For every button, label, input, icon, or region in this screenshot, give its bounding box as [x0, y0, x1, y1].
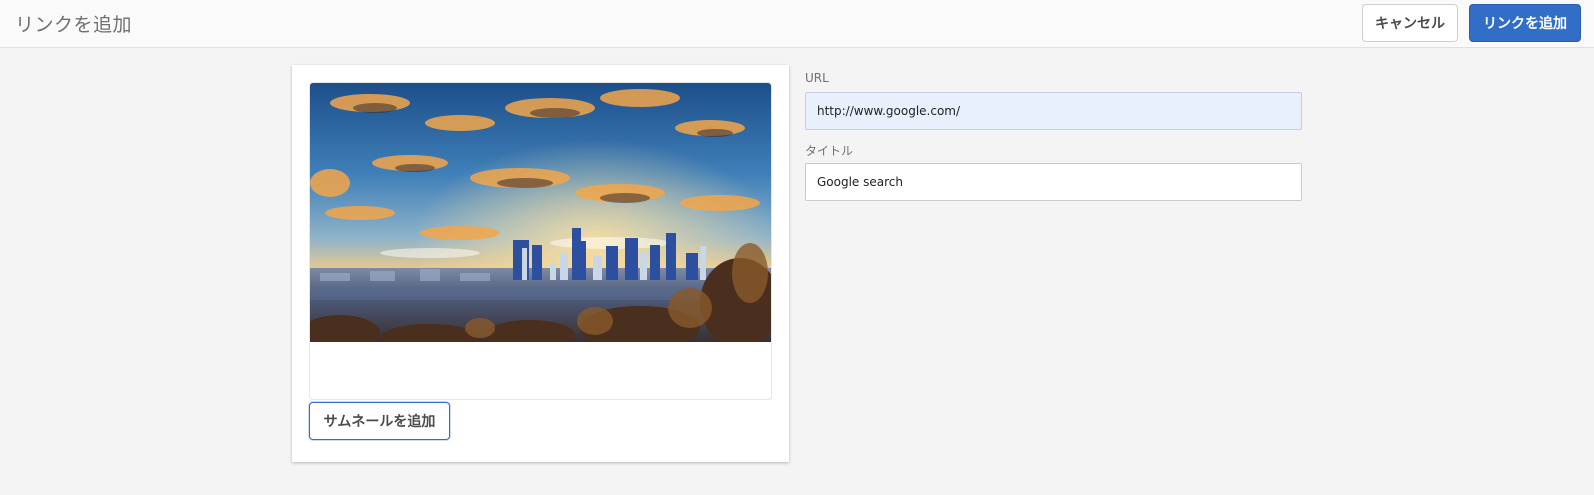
add-link-button[interactable]: リンクを追加 — [1469, 4, 1581, 42]
url-input[interactable] — [805, 92, 1302, 130]
thumbnail-card: サムネールを追加 — [292, 65, 789, 462]
thumbnail-image — [310, 83, 771, 342]
city-skyline-photo — [310, 83, 771, 342]
title-input[interactable] — [805, 163, 1302, 201]
top-bar: リンクを追加 キャンセル リンクを追加 — [0, 0, 1594, 48]
page-title: リンクを追加 — [15, 14, 133, 36]
url-label: URL — [805, 71, 829, 85]
thumbnail-frame — [309, 82, 772, 400]
add-thumbnail-button[interactable]: サムネールを追加 — [309, 402, 450, 440]
cancel-button[interactable]: キャンセル — [1362, 4, 1458, 42]
title-label: タイトル — [805, 144, 854, 158]
